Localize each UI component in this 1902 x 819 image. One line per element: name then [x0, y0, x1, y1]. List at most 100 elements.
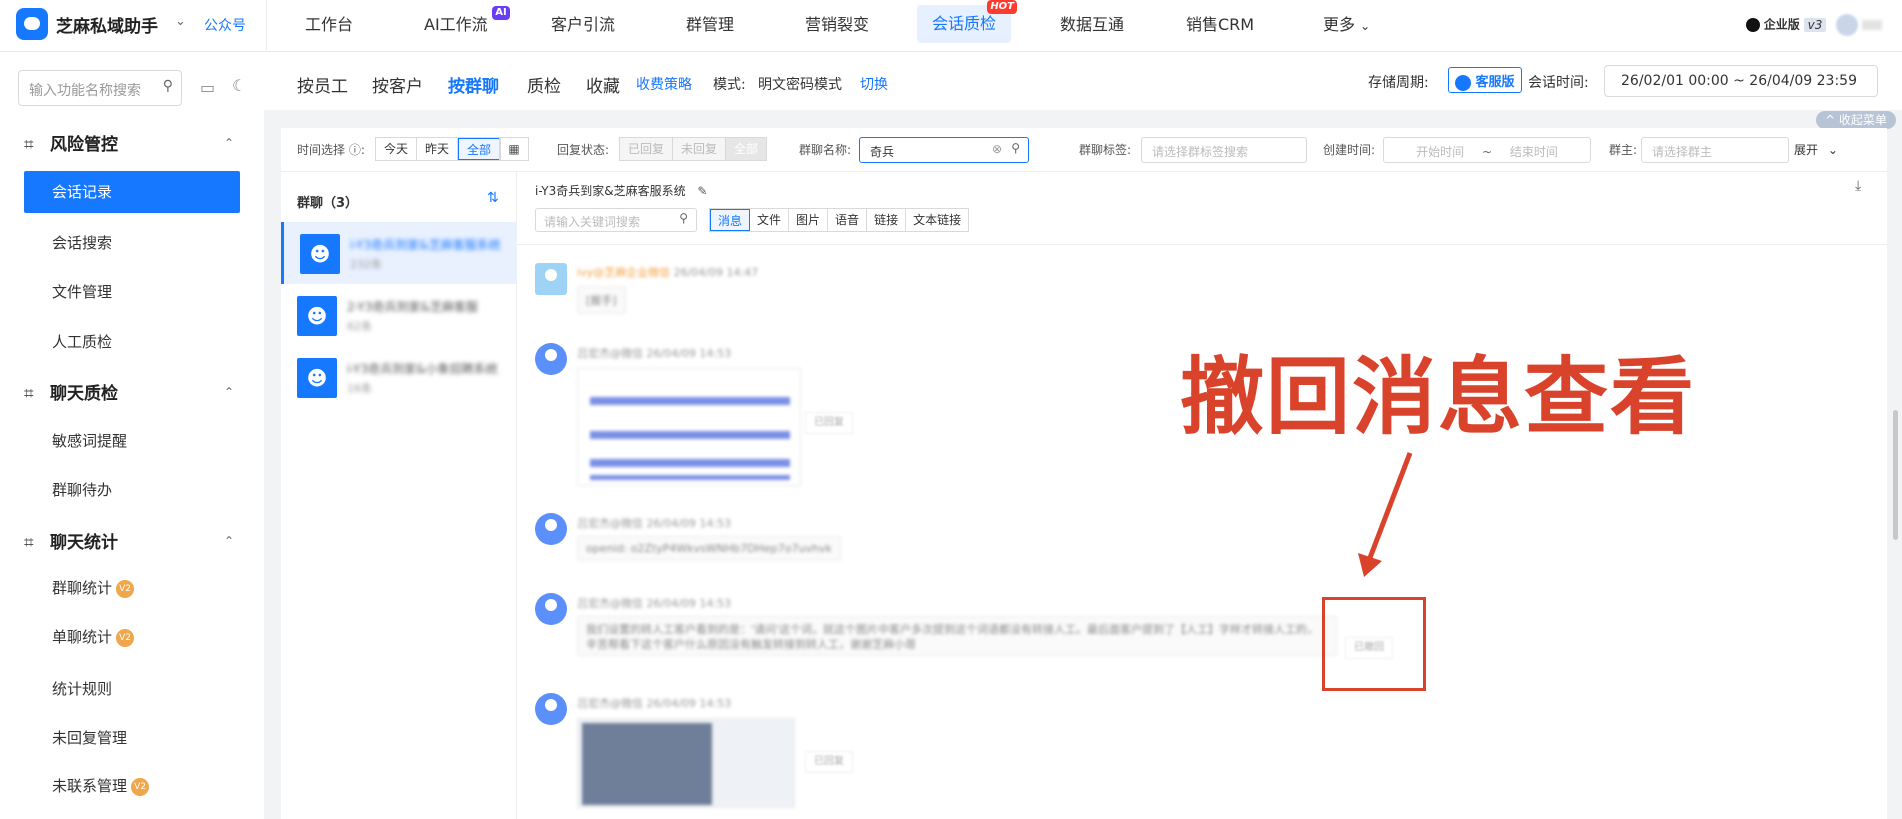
edit-icon[interactable]: ✎	[697, 184, 707, 198]
filter-bar: 时间选择 ⓘ: 今天 昨天 全部 ▦ 回复状态: 已回复 未回复 全部 群聊名称…	[281, 128, 1887, 172]
nav-more-label: 更多	[1323, 15, 1356, 34]
create-time-range[interactable]: 开始时间 ~ 结束时间	[1383, 137, 1591, 163]
nav-workbench[interactable]: 工作台	[305, 0, 353, 52]
brand-name[interactable]: 芝麻私域助手	[56, 12, 158, 37]
qc-icon: ⌗	[24, 384, 34, 404]
stats-icon: ⌗	[24, 533, 34, 553]
service-icon	[1455, 74, 1471, 91]
image-message[interactable]	[577, 368, 801, 486]
group-name-input[interactable]: 奇兵 ⊗ ⚲	[859, 137, 1029, 163]
msgtype-message[interactable]: 消息	[710, 209, 751, 231]
search-icon[interactable]: ⚲	[1011, 141, 1020, 155]
nav-ai-workflow-label: AI工作流	[424, 15, 488, 34]
tab-favorites[interactable]: 收藏	[586, 72, 620, 97]
tab-by-group[interactable]: 按群聊	[448, 72, 499, 97]
expand-label: 展开	[1794, 143, 1819, 157]
nav-group-management[interactable]: 群管理	[686, 0, 734, 52]
keyword-placeholder: 请输入关键词搜索	[544, 215, 641, 229]
msgtype-image[interactable]: 图片	[789, 209, 829, 231]
v2-badge: V2	[116, 628, 135, 647]
list-item[interactable]: ☻ i-Y3奇兵到家&芝麻客服系统 232条	[281, 222, 517, 284]
image-content	[590, 431, 790, 439]
tab-qc[interactable]: 质检	[527, 72, 561, 97]
message-meta: 吕宏杰@微信 26/04/09 14:53	[577, 695, 731, 711]
sidebar-item-single-stats[interactable]: 单聊统计 V2	[52, 626, 135, 647]
chevron-up-icon[interactable]: ⌃	[224, 136, 234, 150]
sort-icon[interactable]: ⇅	[487, 190, 499, 206]
time-yesterday[interactable]: 昨天	[417, 138, 459, 160]
list-item[interactable]: ☻ i-Y3奇兵到家&小象招聘系统 16条	[281, 346, 517, 408]
user-avatar[interactable]	[1836, 14, 1859, 36]
reply-replied[interactable]: 已回复	[620, 138, 674, 160]
scan-icon: ⌗	[24, 135, 34, 155]
item-label: 群聊统计	[52, 579, 113, 597]
session-time-picker[interactable]: 26/02/01 00:00 ~ 26/04/09 23:59	[1604, 65, 1878, 97]
msgtype-text-link[interactable]: 文本链接	[906, 209, 968, 231]
tab-by-customer[interactable]: 按客户	[372, 72, 423, 97]
message-meta: 吕宏杰@微信 26/04/09 14:53	[577, 515, 731, 531]
sidebar-item-unreplied[interactable]: 未回复管理	[52, 727, 127, 748]
card-icon[interactable]: ▭	[200, 78, 218, 97]
switch-mode-link[interactable]: 切换	[860, 74, 888, 94]
enterprise-icon	[1745, 18, 1760, 32]
sidebar-item-group-stats[interactable]: 群聊统计 V2	[52, 577, 135, 598]
image-content	[590, 475, 790, 480]
time-today[interactable]: 今天	[376, 138, 418, 160]
group-name: 2-Y3奇兵到家&芝麻客服	[347, 300, 478, 314]
msgtype-link[interactable]: 链接	[867, 209, 907, 231]
sidebar-group-risk-control[interactable]: ⌗ 风险管控	[24, 130, 118, 155]
account-area[interactable]: 企业版 v3	[1745, 14, 1882, 36]
owner-select[interactable]: 请选择群主	[1641, 137, 1789, 163]
reply-all[interactable]: 全部	[726, 138, 767, 160]
keyword-search-input[interactable]: 请输入关键词搜索 ⚲	[535, 208, 697, 232]
sidebar-item-group-todo[interactable]: 群聊待办	[52, 479, 112, 500]
tab-by-employee[interactable]: 按员工	[297, 72, 348, 97]
expand-filters-button[interactable]: 展开 ⌄	[1794, 141, 1838, 158]
sidebar-item-manual-qc[interactable]: 人工质检	[52, 331, 112, 352]
nav-data-sync[interactable]: 数据互通	[1060, 0, 1124, 52]
ai-badge: AI	[492, 6, 510, 20]
sidebar-group-chat-stats[interactable]: ⌗ 聊天统计	[24, 528, 118, 553]
msgtype-file[interactable]: 文件	[750, 209, 790, 231]
public-account-link[interactable]: 公众号	[204, 15, 246, 35]
search-icon[interactable]: ⚲	[679, 211, 688, 225]
sidebar-item-file-management[interactable]: 文件管理	[52, 281, 112, 302]
chevron-up-icon[interactable]: ⌃	[224, 385, 234, 399]
collapse-menu-button[interactable]: ^ 收起菜单	[1816, 111, 1896, 129]
nav-sales-crm[interactable]: 销售CRM	[1186, 0, 1254, 52]
nav-customer-acquisition[interactable]: 客户引流	[551, 0, 615, 52]
scrollbar[interactable]	[1893, 410, 1898, 540]
moon-icon[interactable]: ☾	[232, 76, 250, 95]
time-all[interactable]: 全部	[458, 138, 501, 160]
group-name: i-Y3奇兵到家&芝麻客服系统	[350, 238, 500, 252]
sidebar-item-uncontacted[interactable]: 未联系管理 V2	[52, 775, 150, 796]
reply-unreplied[interactable]: 未回复	[673, 138, 727, 160]
image-message[interactable]	[577, 718, 795, 808]
nav-ai-workflow[interactable]: AI工作流 AI	[424, 0, 510, 52]
group-tag-input[interactable]: 请选择群标签搜索	[1141, 137, 1307, 163]
sidebar-item-sensitive-words[interactable]: 敏感词提醒	[52, 430, 127, 451]
download-icon[interactable]: ⤓	[1855, 178, 1861, 194]
divider	[266, 0, 267, 52]
group-title: 风险管控	[50, 135, 118, 155]
list-item[interactable]: ☻ 2-Y3奇兵到家&芝麻客服 62条	[281, 284, 517, 346]
clear-icon[interactable]: ⊗	[992, 142, 1002, 156]
sidebar-item-stats-rules[interactable]: 统计规则	[52, 678, 112, 699]
msgtype-voice[interactable]: 语音	[828, 209, 868, 231]
sidebar-group-chat-qc[interactable]: ⌗ 聊天质检	[24, 379, 118, 404]
chevron-down-icon: ⌄	[1827, 143, 1838, 157]
owner-label: 群主:	[1609, 143, 1638, 157]
user-name[interactable]	[1862, 20, 1882, 30]
sidebar-item-session-records[interactable]: 会话记录	[24, 171, 240, 213]
image-content	[582, 723, 712, 805]
calendar-icon[interactable]: ▦	[499, 137, 529, 161]
nav-session-qc[interactable]: 会话质检 HOT	[917, 0, 1018, 43]
sidebar-item-session-search[interactable]: 会话搜索	[52, 232, 112, 253]
function-search-input[interactable]: 输入功能名称搜索 ⚲	[18, 70, 182, 106]
fee-policy-link[interactable]: 收费策略	[636, 74, 692, 94]
chevron-down-icon[interactable]: ⌄	[175, 14, 186, 29]
message-meta: 吕宏杰@微信 26/04/09 14:53	[577, 595, 731, 611]
nav-marketing-fission[interactable]: 营销裂变	[805, 0, 869, 52]
chevron-up-icon[interactable]: ⌃	[224, 534, 234, 548]
nav-more[interactable]: 更多 ⌄	[1323, 0, 1370, 52]
